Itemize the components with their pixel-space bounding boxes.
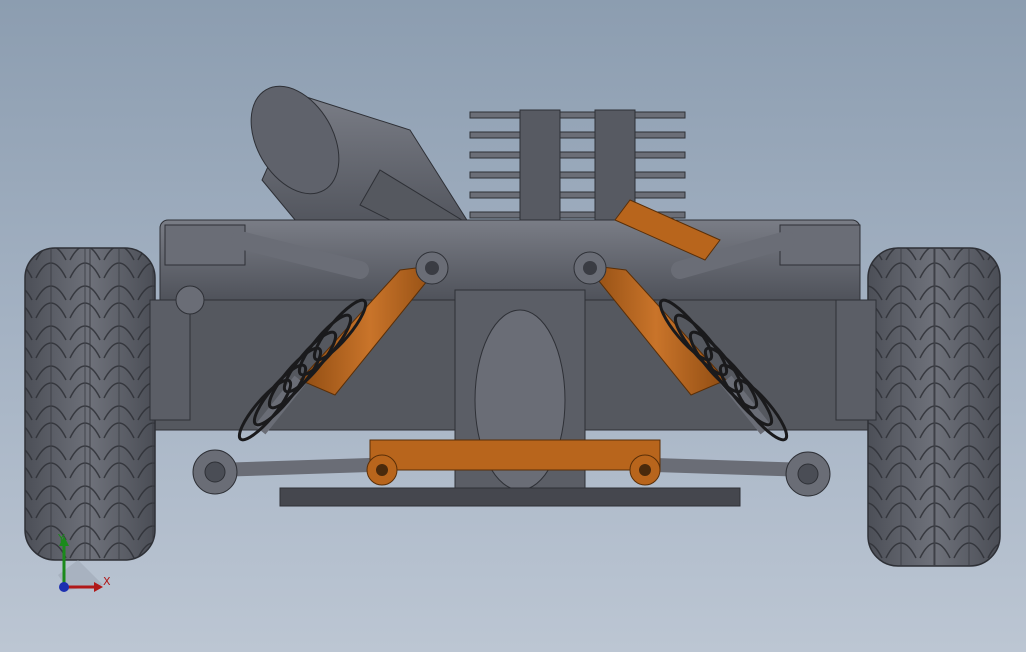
- y-axis-label: Y: [58, 532, 65, 545]
- x-axis-label: X: [103, 575, 111, 588]
- left-tire: [24, 247, 156, 561]
- 3d-viewport[interactable]: Y X: [0, 0, 1026, 652]
- z-axis-dot: [59, 582, 69, 592]
- right-tire: [867, 247, 1001, 567]
- rc-car-chassis-model[interactable]: [0, 0, 1026, 652]
